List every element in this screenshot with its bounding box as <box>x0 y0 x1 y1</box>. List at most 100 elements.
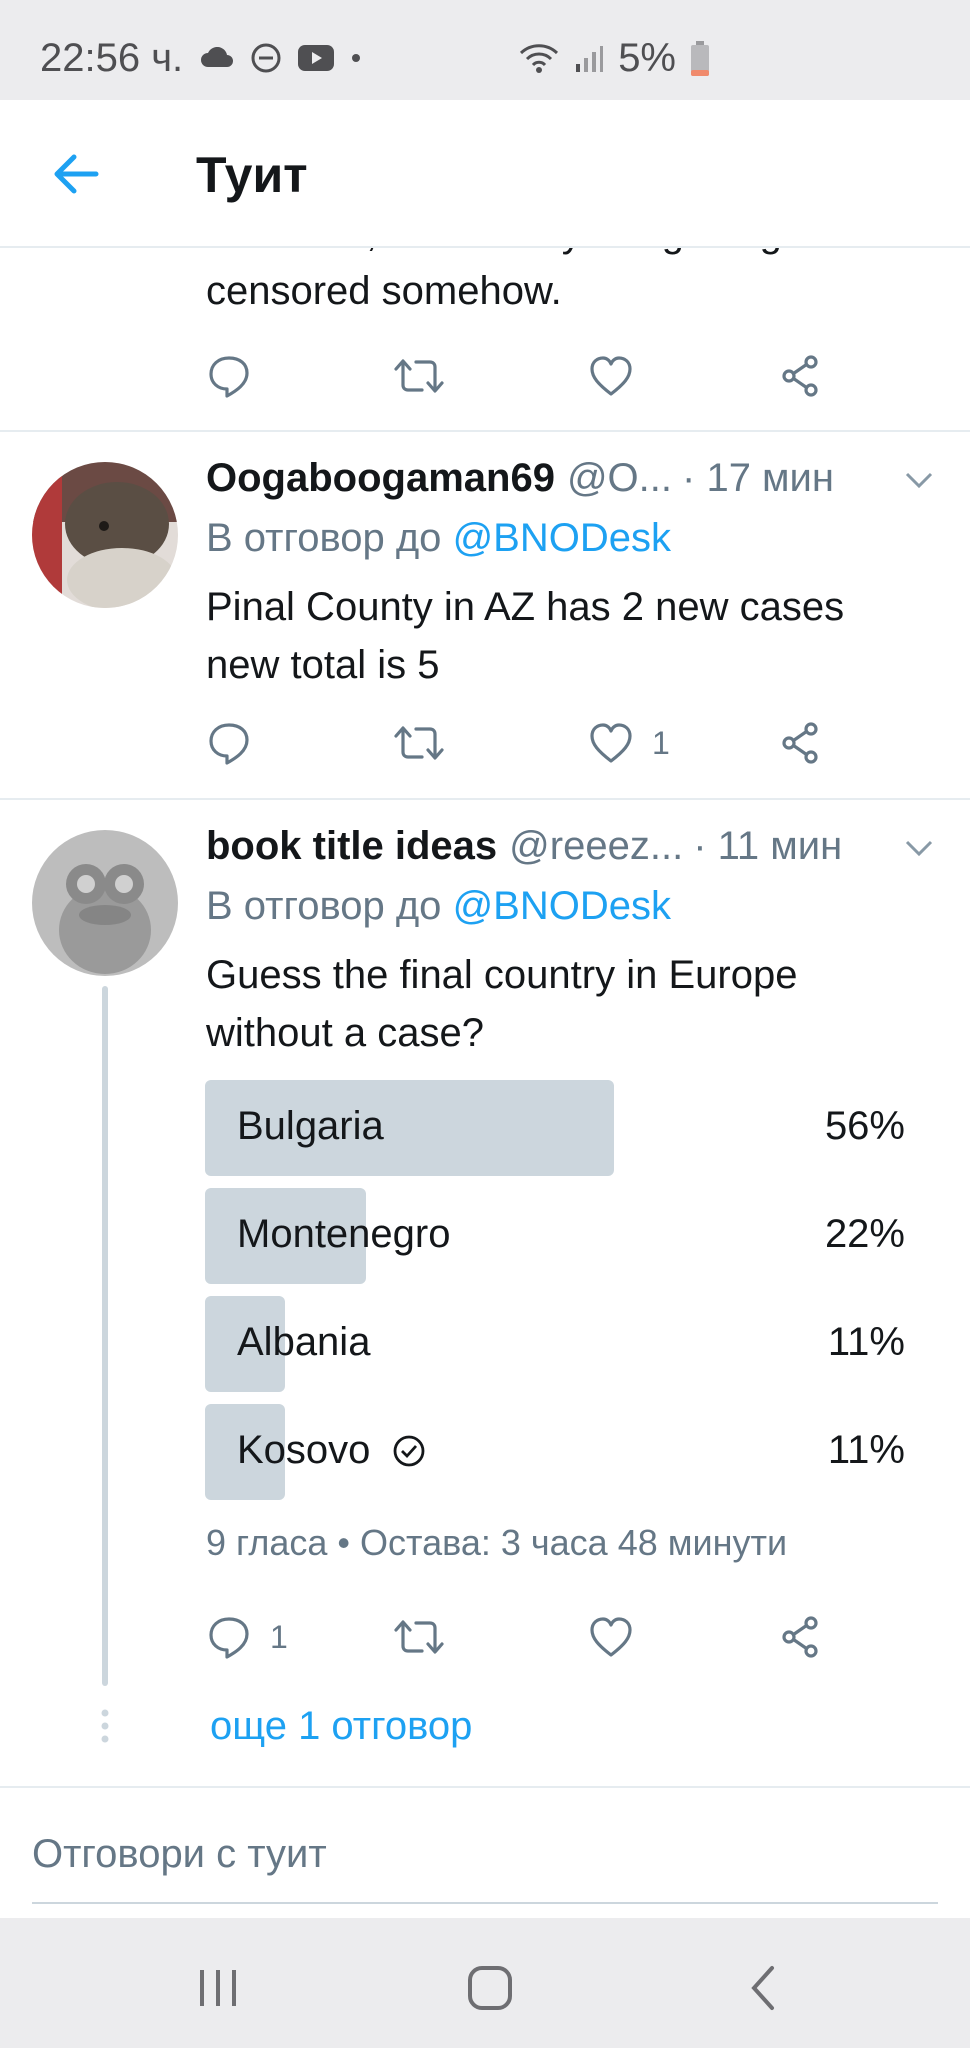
poll-option-label: Kosovo <box>237 1428 426 1473</box>
reply-input[interactable]: Отговори с туит <box>32 1832 327 1877</box>
reply-icon <box>209 723 249 765</box>
share-icon <box>782 722 818 764</box>
tweet-header: Oogaboogaman69 @O... · 17 мин <box>206 456 936 501</box>
tweet-time: · 11 мин <box>693 824 843 868</box>
partial-tweet[interactable]: first case, I think they are getting cen… <box>0 248 970 432</box>
more-replies-link[interactable]: още 1 отговор <box>210 1704 472 1749</box>
reply-button[interactable] <box>206 720 270 766</box>
user-name[interactable]: Oogaboogaman69 <box>206 456 555 501</box>
retweet-button[interactable] <box>392 353 446 399</box>
retweet-icon <box>394 726 444 760</box>
status-right: 5% <box>518 36 710 81</box>
tweet-header: book title ideas @reeez... · 11 мин <box>206 824 936 869</box>
share-button[interactable] <box>778 353 824 399</box>
like-count: 1 <box>652 724 670 761</box>
reply-icon <box>209 1617 249 1659</box>
mention-link[interactable]: @BNODesk <box>453 884 671 928</box>
thread-line <box>102 986 108 1686</box>
share-button[interactable] <box>778 1614 824 1660</box>
dnd-icon <box>251 43 281 73</box>
tweet-text-line: censored somehow. <box>206 269 562 313</box>
reply-prefix: В отговор до <box>206 884 442 928</box>
poll-option-percent: 22% <box>824 1212 905 1256</box>
poll-option-percent: 56% <box>824 1104 905 1148</box>
retweet-button[interactable] <box>392 720 446 766</box>
recent-apps-icon[interactable] <box>188 1958 248 2018</box>
tweet[interactable]: book title ideas @reeez... · 11 мин В от… <box>0 800 970 1788</box>
poll-meta: 9 гласа • Остава: 3 часа 48 минути <box>206 1522 788 1563</box>
share-icon <box>782 1616 818 1658</box>
page-title: Туит <box>196 147 308 203</box>
reply-button[interactable] <box>206 353 252 399</box>
like-button[interactable] <box>588 1614 652 1660</box>
status-bar: 22:56 ч. 5% <box>0 0 970 100</box>
status-time: 22:56 ч. <box>40 36 184 80</box>
retweet-icon <box>394 359 444 393</box>
avatar[interactable] <box>32 462 178 608</box>
tweet-text-line: Guess the final country in Europe <box>206 953 798 997</box>
heart-icon <box>590 356 632 396</box>
tweet-text-line: new total is 5 <box>206 643 440 687</box>
app-header: Туит <box>0 100 970 248</box>
youtube-icon <box>298 45 334 71</box>
battery-icon <box>691 40 709 76</box>
reply-composer[interactable]: Отговори с туит <box>0 1788 970 1918</box>
retweet-button[interactable] <box>392 1614 446 1660</box>
like-button[interactable]: 1 <box>588 720 670 766</box>
avatar[interactable] <box>32 830 178 976</box>
user-handle: @reeez... <box>509 824 684 868</box>
tweet-text-line: without a case? <box>206 1011 484 1055</box>
reply-context: В отговор до @BNODesk <box>206 516 671 561</box>
poll-option: Albania 11% <box>205 1296 905 1392</box>
user-name[interactable]: book title ideas <box>206 824 497 869</box>
back-icon[interactable] <box>734 1958 794 2018</box>
battery-percent: 5% <box>618 36 676 80</box>
chevron-down-icon[interactable] <box>902 830 936 864</box>
reply-button[interactable]: 1 <box>206 1614 288 1660</box>
thread-dots-icon <box>101 1709 109 1743</box>
poll-option-text: Kosovo <box>237 1428 371 1472</box>
poll-option-percent: 11% <box>827 1428 905 1472</box>
poll-option: Kosovo 11% <box>205 1404 905 1500</box>
user-handle: @O... <box>566 456 673 500</box>
reply-underline <box>32 1902 938 1904</box>
tweet-actions: 1 <box>206 1614 846 1674</box>
reply-context: В отговор до @BNODesk <box>206 884 671 929</box>
reply-count: 1 <box>270 1618 288 1655</box>
tweet-text: Pinal County in AZ has 2 new cases new t… <box>206 578 926 694</box>
chevron-down-icon[interactable] <box>902 462 936 496</box>
poll-option-text: Montenegro <box>237 1212 451 1256</box>
reply-icon <box>209 356 249 398</box>
tweet-actions <box>206 353 846 413</box>
home-icon[interactable] <box>460 1958 520 2018</box>
tweet-text: first case, I think they are getting cen… <box>206 248 906 320</box>
share-icon <box>782 355 818 397</box>
arrow-left-icon[interactable] <box>46 144 106 204</box>
poll-option-percent: 11% <box>827 1320 905 1364</box>
status-icons <box>200 42 362 74</box>
retweet-icon <box>394 1620 444 1654</box>
heart-icon <box>590 723 632 763</box>
tweet-text: Guess the final country in Europe withou… <box>206 946 926 1062</box>
tweet-text-line: first case, I think they are getting <box>206 248 906 262</box>
reply-prefix: В отговор до <box>206 516 442 560</box>
poll-option-text: Bulgaria <box>237 1104 384 1148</box>
poll-option-text: Albania <box>237 1320 371 1364</box>
poll-option: Montenegro 22% <box>205 1188 905 1284</box>
like-button[interactable] <box>588 353 634 399</box>
heart-icon <box>590 1617 632 1657</box>
navigation-bar <box>0 1918 970 2048</box>
poll-option-label: Bulgaria <box>237 1104 384 1149</box>
signal-icon <box>576 45 604 72</box>
wifi-icon <box>520 43 559 73</box>
mention-link[interactable]: @BNODesk <box>453 516 671 560</box>
check-circle-icon <box>394 1435 425 1466</box>
share-button[interactable] <box>778 720 824 766</box>
cloud-icon <box>201 47 233 67</box>
tweet-actions: 1 <box>206 720 846 780</box>
tweet[interactable]: Oogaboogaman69 @O... · 17 мин В отговор … <box>0 432 970 800</box>
tweet-time: · 17 мин <box>682 456 834 500</box>
poll-option-label: Montenegro <box>237 1212 450 1257</box>
tweet-text-line: Pinal County in AZ has 2 new cases <box>206 585 845 629</box>
poll-option-label: Albania <box>237 1320 370 1365</box>
